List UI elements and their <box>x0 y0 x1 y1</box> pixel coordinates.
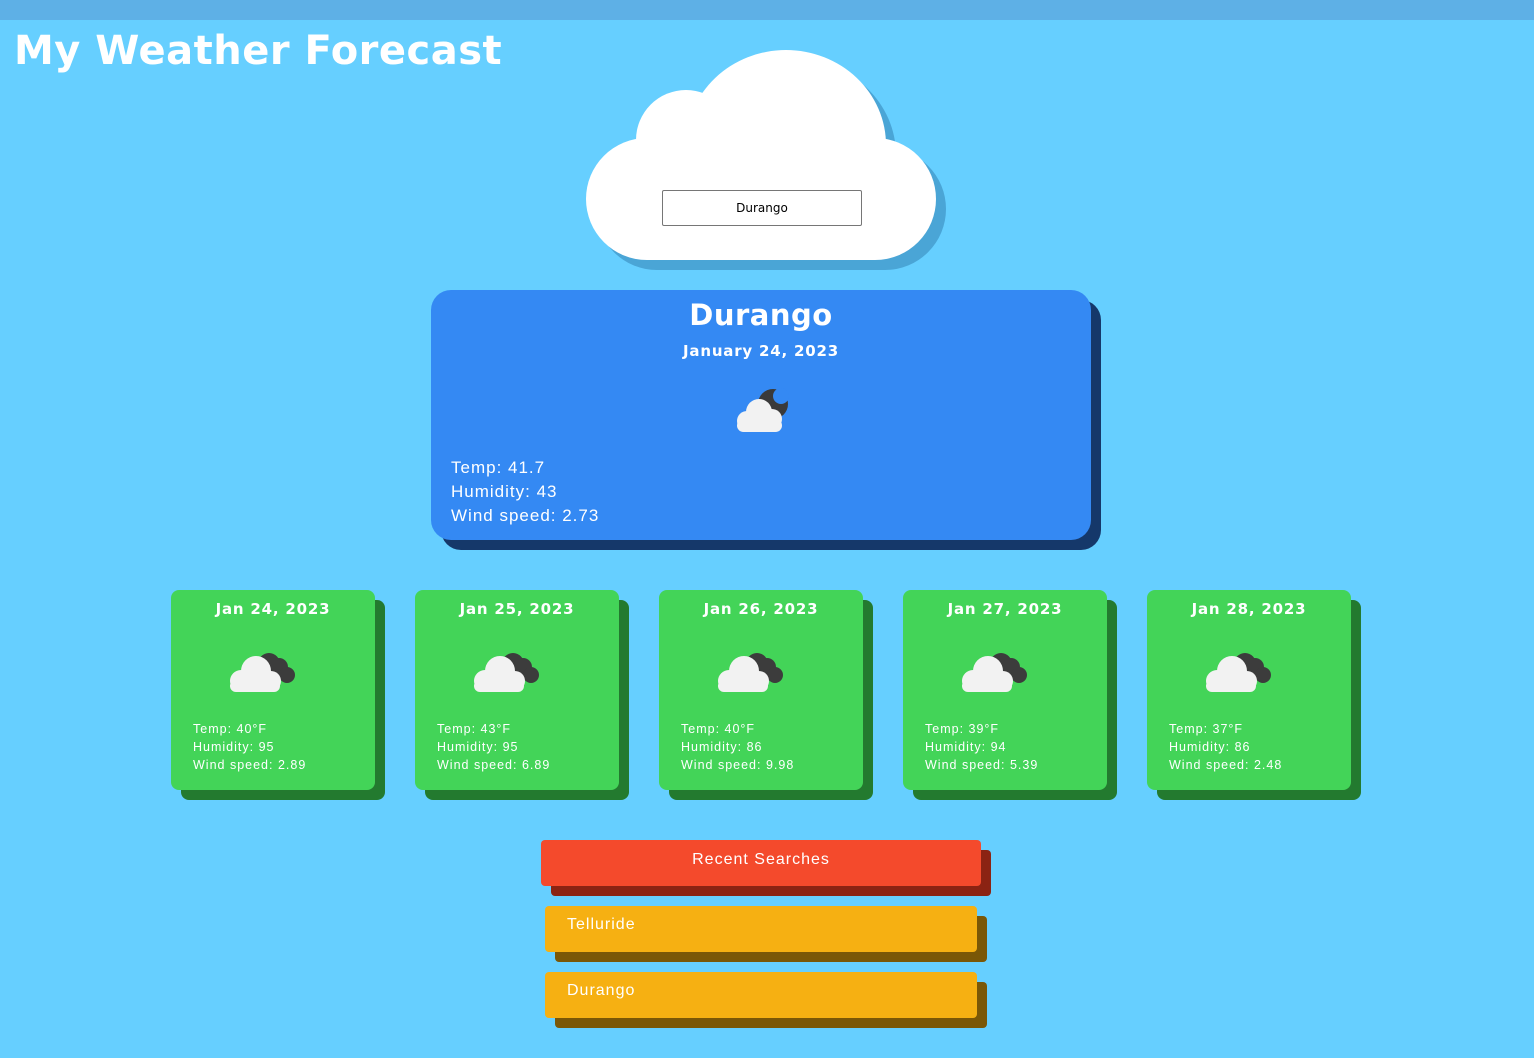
cloudy-icon <box>962 653 1027 692</box>
current-humidity: Humidity: 43 <box>451 482 558 501</box>
forecast-stats: Temp: 43°F Humidity: 95 Wind speed: 6.89 <box>437 720 550 774</box>
current-weather-card: Durango January 24, 2023 Temp: 41.7 Humi… <box>431 290 1091 540</box>
cloudy-icon <box>474 653 539 692</box>
current-city: Durango <box>689 298 833 332</box>
forecast-humidity: Humidity: 94 <box>925 740 1007 754</box>
forecast-temp: Temp: 40°F <box>193 722 268 736</box>
cloudy-icon <box>718 653 783 692</box>
forecast-stats: Temp: 39°F Humidity: 94 Wind speed: 5.39 <box>925 720 1038 774</box>
forecast-wind: Wind speed: 2.89 <box>193 758 307 772</box>
current-date: January 24, 2023 <box>683 342 839 360</box>
recent-search-item-telluride[interactable]: Telluride <box>545 906 977 952</box>
forecast-card: Jan 28, 2023 Temp: 37°F Humidity: 86 Win… <box>1147 590 1351 790</box>
page-title: My Weather Forecast <box>14 28 503 74</box>
forecast-date: Jan 26, 2023 <box>703 600 819 618</box>
forecast-temp: Temp: 39°F <box>925 722 1000 736</box>
forecast-date: Jan 28, 2023 <box>1191 600 1307 618</box>
forecast-wind: Wind speed: 2.48 <box>1169 758 1283 772</box>
search-cloud <box>586 50 946 270</box>
forecast-wind: Wind speed: 6.89 <box>437 758 551 772</box>
recent-searches-header: Recent Searches <box>541 840 981 886</box>
forecast-date: Jan 27, 2023 <box>947 600 1063 618</box>
forecast-wind: Wind speed: 9.98 <box>681 758 795 772</box>
forecast-card: Jan 25, 2023 Temp: 43°F Humidity: 95 Win… <box>415 590 619 790</box>
recent-search-item-durango[interactable]: Durango <box>545 972 977 1018</box>
forecast-stats: Temp: 40°F Humidity: 95 Wind speed: 2.89 <box>193 720 306 774</box>
forecast-humidity: Humidity: 95 <box>193 740 275 754</box>
search-input[interactable] <box>662 190 862 226</box>
cloudy-icon <box>1206 653 1271 692</box>
forecast-stats: Temp: 37°F Humidity: 86 Wind speed: 2.48 <box>1169 720 1282 774</box>
forecast-date: Jan 24, 2023 <box>215 600 331 618</box>
forecast-stats: Temp: 40°F Humidity: 86 Wind speed: 9.98 <box>681 720 794 774</box>
cloud-moon-icon <box>737 388 789 432</box>
forecast-card: Jan 24, 2023 Temp: 40°F Humidity: 95 Win… <box>171 590 375 790</box>
current-temp: Temp: 41.7 <box>451 458 546 477</box>
top-bar <box>0 0 1534 20</box>
forecast-humidity: Humidity: 95 <box>437 740 519 754</box>
current-stats: Temp: 41.7 Humidity: 43 Wind speed: 2.73 <box>451 456 599 528</box>
forecast-humidity: Humidity: 86 <box>681 740 763 754</box>
cloudy-icon <box>230 653 295 692</box>
forecast-temp: Temp: 37°F <box>1169 722 1244 736</box>
forecast-temp: Temp: 43°F <box>437 722 512 736</box>
current-wind: Wind speed: 2.73 <box>451 506 600 525</box>
forecast-wind: Wind speed: 5.39 <box>925 758 1039 772</box>
forecast-card: Jan 26, 2023 Temp: 40°F Humidity: 86 Win… <box>659 590 863 790</box>
forecast-temp: Temp: 40°F <box>681 722 756 736</box>
forecast-humidity: Humidity: 86 <box>1169 740 1251 754</box>
cloud-shape <box>586 50 936 260</box>
forecast-card: Jan 27, 2023 Temp: 39°F Humidity: 94 Win… <box>903 590 1107 790</box>
forecast-date: Jan 25, 2023 <box>459 600 575 618</box>
